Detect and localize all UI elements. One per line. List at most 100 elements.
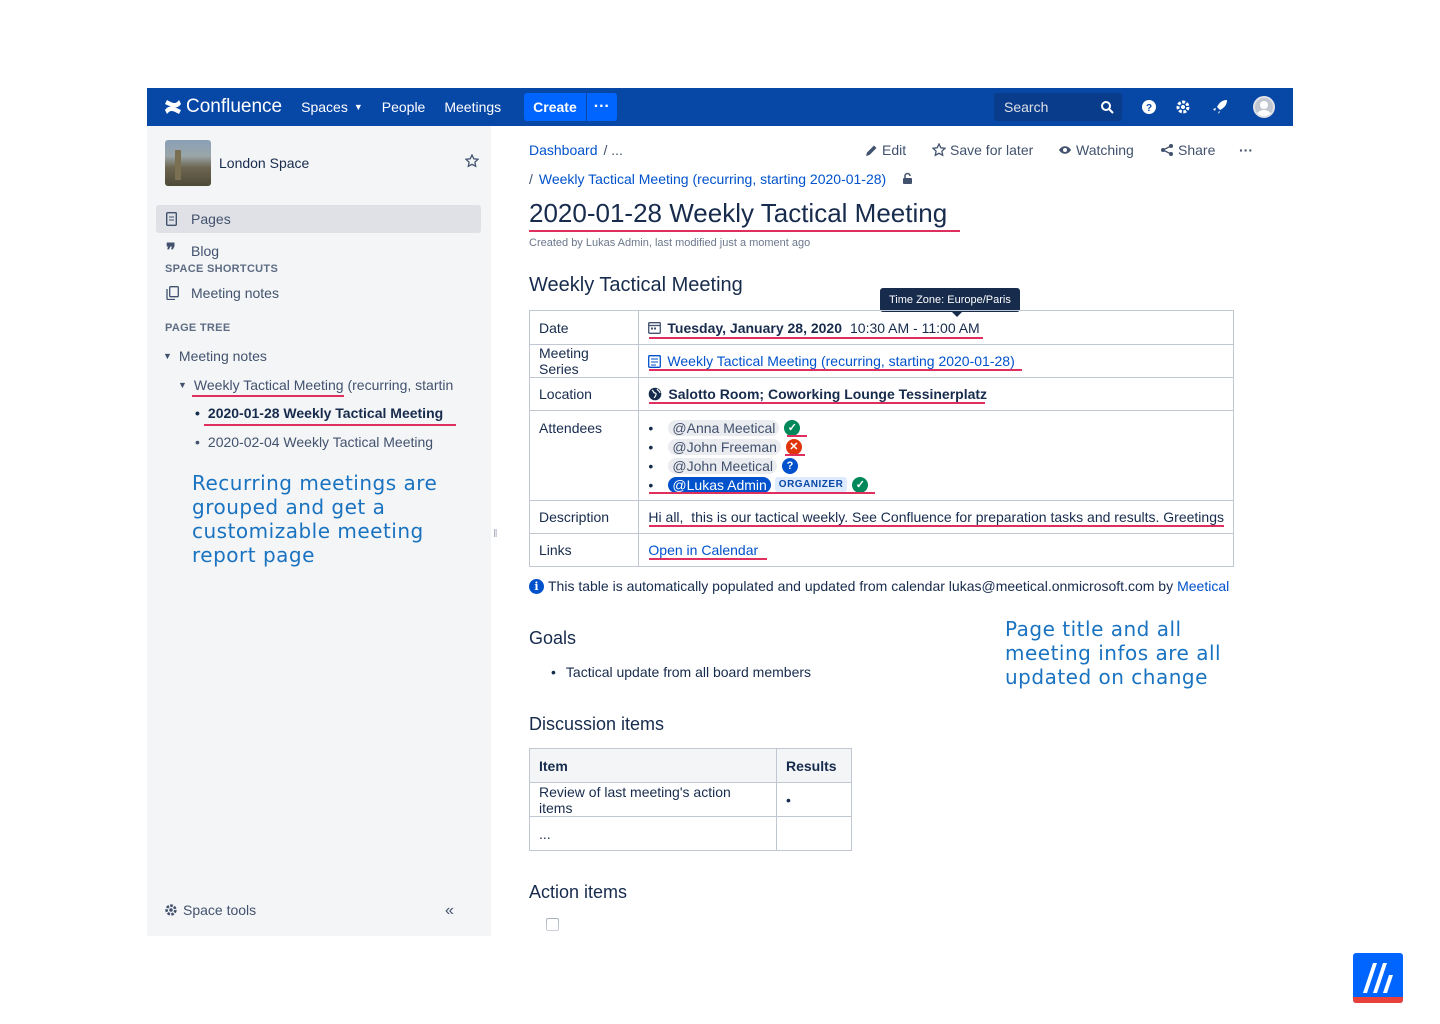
- chevron-down-icon[interactable]: ▼: [163, 351, 172, 361]
- more-actions-button[interactable]: ···: [1239, 142, 1253, 158]
- highlight-underline: [787, 435, 807, 437]
- search-input[interactable]: Search: [994, 93, 1122, 121]
- tree-item-meeting-notes[interactable]: ▼ Meeting notes: [163, 348, 267, 364]
- edit-label: Edit: [882, 142, 907, 158]
- sidebar-item-blog[interactable]: ❞ Blog: [166, 240, 219, 261]
- annotation-line: updated on change: [1005, 665, 1208, 689]
- save-for-later-button[interactable]: Save for later: [932, 142, 1033, 158]
- highlight-underline: [649, 558, 767, 560]
- star-icon[interactable]: [465, 154, 479, 168]
- search-icon: [1101, 101, 1114, 114]
- nav-meetings[interactable]: Meetings: [444, 99, 501, 115]
- table-row: Meeting Series Weekly Tactical Meeting (…: [528, 344, 1234, 378]
- table-row: Date Tuesday, January 28, 2020 10:30 AM …: [528, 310, 1234, 345]
- breadcrumb-ellipsis[interactable]: / ...: [604, 142, 623, 158]
- sidebar: London Space Pages ❞ Blog SPACE SHORTCUT…: [147, 126, 491, 936]
- user-avatar[interactable]: [1253, 96, 1275, 118]
- top-navigation: Confluence Spaces ▼ People Meetings Creat…: [147, 88, 1293, 126]
- highlight-underline: [649, 402, 985, 404]
- attendee-mention[interactable]: @John Freeman: [668, 438, 781, 455]
- confluence-logo-icon: [165, 100, 181, 114]
- list-bullet: •: [648, 476, 654, 493]
- parent-page-link[interactable]: Weekly Tactical Meeting (recurring, star…: [539, 171, 886, 187]
- date-time: 10:30 AM - 11:00 AM: [850, 319, 980, 336]
- meeting-info-table: Date Tuesday, January 28, 2020 10:30 AM …: [528, 310, 1234, 567]
- attendee-mention[interactable]: @Anna Meetical: [668, 419, 780, 436]
- product-name: Confluence: [186, 96, 283, 117]
- sidebar-resize-handle[interactable]: ‖: [493, 528, 498, 540]
- attendee-row: • @Anna Meetical ✓: [648, 418, 1224, 437]
- auto-populated-notice: i This table is automatically populated …: [529, 578, 1229, 594]
- highlight-underline: [649, 525, 1224, 527]
- chevron-down-icon[interactable]: ▼: [178, 380, 187, 390]
- table-row: Attendees • @Anna Meetical ✓ • @John Freema…: [528, 410, 1234, 501]
- page-icon: [166, 212, 182, 226]
- annotation-line: Recurring meetings are: [192, 471, 438, 495]
- table-header-row: Item Results: [529, 748, 852, 783]
- star-icon: [932, 143, 946, 157]
- table-row: Review of last meeting's action items •: [529, 782, 852, 817]
- attendees-label: Attendees: [528, 410, 640, 501]
- share-label: Share: [1178, 142, 1216, 158]
- series-link[interactable]: Weekly Tactical Meeting (recurring, star…: [667, 353, 1014, 369]
- column-header-results: Results: [776, 748, 852, 783]
- share-button[interactable]: Share: [1160, 142, 1215, 158]
- page-title: 2020-01-28 Weekly Tactical Meeting: [529, 198, 948, 228]
- page-tree-heading: PAGE TREE: [165, 322, 231, 334]
- unlock-icon[interactable]: [902, 172, 914, 185]
- description-value: Hi all, this is our tactical weekly. See…: [638, 500, 1234, 534]
- check-icon: ✓: [852, 476, 869, 493]
- nav-people[interactable]: People: [382, 99, 426, 115]
- attendee-mention-self[interactable]: @Lukas Admin: [668, 476, 771, 493]
- tree-item-label: 2020-01-28 Weekly Tactical Meeting: [207, 405, 444, 421]
- collapse-sidebar-button[interactable]: «: [445, 902, 454, 920]
- date-cell: Tuesday, January 28, 2020 10:30 AM - 11:…: [638, 310, 1234, 345]
- discussion-result-cell: [776, 816, 852, 851]
- tree-item-current-page[interactable]: • 2020-01-28 Weekly Tactical Meeting: [195, 405, 443, 421]
- pencil-icon: [866, 145, 877, 156]
- gear-icon[interactable]: [1174, 98, 1192, 116]
- sidebar-item-label: Pages: [191, 211, 231, 227]
- bottom-fade: [529, 906, 1289, 936]
- open-in-calendar-link[interactable]: Open in Calendar: [648, 542, 758, 558]
- help-icon[interactable]: ?: [1140, 98, 1158, 116]
- nav-spaces[interactable]: Spaces ▼: [301, 99, 363, 115]
- create-more-button[interactable]: ···: [586, 93, 617, 121]
- highlight-underline: [649, 369, 1022, 371]
- discussion-item-cell: ...: [529, 816, 777, 851]
- sidebar-item-pages[interactable]: Pages: [156, 205, 481, 233]
- tree-bullet: •: [195, 405, 200, 421]
- meetical-link[interactable]: Meetical: [1177, 578, 1229, 594]
- annotation-left: Recurring meetings are grouped and get a…: [192, 471, 437, 567]
- tree-item-next-page[interactable]: • 2020-02-04 Weekly Tactical Meeting: [195, 434, 433, 450]
- list-bullet: •: [551, 664, 556, 680]
- watching-button[interactable]: Watching: [1058, 142, 1134, 158]
- create-button[interactable]: Create: [524, 93, 586, 121]
- breadcrumb-dashboard[interactable]: Dashboard: [529, 142, 598, 158]
- tree-item-series[interactable]: ▼ Weekly Tactical Meeting (recurring, sta…: [178, 377, 458, 393]
- edit-button[interactable]: Edit: [865, 142, 906, 158]
- nav-people-label: People: [381, 99, 426, 115]
- tree-bullet: •: [195, 434, 200, 450]
- date-day: Tuesday, January 28, 2020: [667, 319, 843, 336]
- space-tools-label: Space tools: [183, 902, 257, 918]
- copy-icon: [166, 286, 182, 300]
- attendee-row: • @John Meetical?: [648, 456, 1224, 475]
- highlight-underline: [529, 230, 960, 232]
- space-avatar: [165, 140, 211, 186]
- action-items-heading: Action items: [529, 882, 628, 902]
- description-label: Description: [528, 500, 640, 534]
- space-tools-button[interactable]: Space tools: [164, 902, 256, 918]
- date-label: Date: [528, 310, 640, 345]
- attendee-mention[interactable]: @John Meetical: [668, 457, 778, 474]
- rocket-icon[interactable]: [1211, 98, 1229, 116]
- list-bullet: •: [648, 419, 654, 436]
- organizer-badge: ORGANIZER: [774, 477, 848, 492]
- confluence-logo[interactable]: Confluence: [164, 96, 282, 118]
- sidebar-shortcut-meeting-notes[interactable]: Meeting notes: [166, 285, 279, 301]
- space-header[interactable]: London Space: [165, 140, 309, 186]
- meetical-logo: [1353, 953, 1403, 1003]
- highlight-underline: [192, 395, 344, 397]
- discussion-result-cell: •: [776, 782, 852, 817]
- tree-item-label: Weekly Tactical Meeting (recurring, star…: [193, 377, 454, 393]
